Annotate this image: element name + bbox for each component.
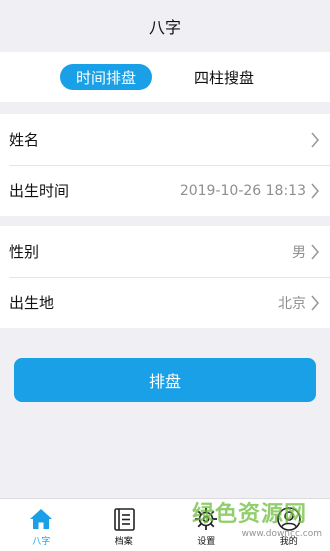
segment-control: 时间排盘 四柱搜盘 [0, 52, 330, 102]
chevron-right-icon [310, 183, 320, 199]
segment-time-chart[interactable]: 时间排盘 [60, 64, 152, 90]
tab-bazi-label: 八字 [32, 534, 50, 547]
form-group-basic: 姓名 出生时间 2019-10-26 18:13 [0, 114, 330, 216]
tab-settings[interactable]: 设置 [165, 499, 248, 551]
name-row[interactable]: 姓名 [0, 114, 330, 165]
birth-time-label: 出生时间 [9, 180, 180, 201]
tab-archive[interactable]: 档案 [83, 499, 166, 551]
chevron-right-icon [310, 295, 320, 311]
birth-time-value: 2019-10-26 18:13 [180, 183, 306, 199]
tab-archive-label: 档案 [115, 534, 133, 547]
tab-mine[interactable]: 我的 [248, 499, 330, 551]
submit-chart-label: 排盘 [149, 368, 181, 392]
segment-pillar-search[interactable]: 四柱搜盘 [178, 64, 270, 90]
tab-settings-label: 设置 [197, 534, 215, 547]
home-icon [28, 506, 54, 532]
archive-icon [111, 506, 137, 532]
chevron-right-icon [310, 132, 320, 148]
page-title: 八字 [149, 14, 181, 38]
birthplace-label: 出生地 [9, 292, 278, 313]
gender-label: 性别 [9, 241, 292, 262]
segment-pillar-search-label: 四柱搜盘 [194, 67, 254, 88]
chevron-right-icon [310, 244, 320, 260]
birthplace-row[interactable]: 出生地 北京 [0, 277, 330, 328]
name-label: 姓名 [9, 129, 306, 150]
user-icon [276, 506, 302, 532]
form-group-details: 性别 男 出生地 北京 [0, 226, 330, 328]
tab-mine-label: 我的 [280, 534, 298, 547]
gender-value: 男 [292, 242, 306, 262]
tab-bazi[interactable]: 八字 [0, 499, 83, 551]
segment-time-chart-label: 时间排盘 [76, 67, 136, 88]
birth-time-row[interactable]: 出生时间 2019-10-26 18:13 [0, 165, 330, 216]
gender-row[interactable]: 性别 男 [0, 226, 330, 277]
submit-chart-button[interactable]: 排盘 [14, 358, 316, 402]
page-header: 八字 [0, 0, 330, 52]
settings-icon [193, 506, 219, 532]
bottom-tab-bar: 八字 档案 设置 我的 [0, 498, 330, 551]
birthplace-value: 北京 [278, 293, 306, 313]
